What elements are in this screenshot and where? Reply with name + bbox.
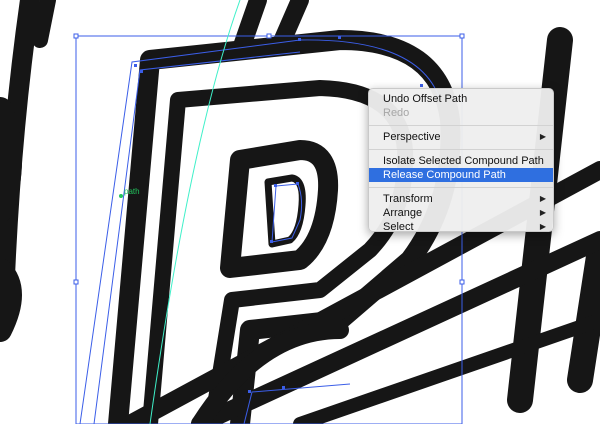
- menu-item-isolate-selected-compound-path[interactable]: Isolate Selected Compound Path: [369, 154, 553, 168]
- menu-item-label: Select: [383, 221, 414, 233]
- menu-item-release-compound-path[interactable]: Release Compound Path: [369, 168, 553, 182]
- menu-item-label: Arrange: [383, 207, 423, 219]
- menu-item-label: Transform: [383, 193, 433, 205]
- submenu-arrow-icon: ▶: [539, 132, 546, 141]
- path-label: path: [124, 187, 140, 196]
- menu-separator: [369, 149, 553, 150]
- letter-d-inner: [264, 174, 306, 248]
- submenu-arrow-icon: ▶: [539, 194, 546, 203]
- bounding-handle-middle-left[interactable]: [73, 279, 79, 285]
- menu-item-label: Perspective: [383, 131, 441, 143]
- bounding-handle-top-right[interactable]: [459, 33, 465, 39]
- menu-item-redo: Redo: [369, 106, 553, 120]
- left-blob-fragment: [0, 97, 22, 223]
- menu-item-transform[interactable]: Transform ▶: [369, 192, 553, 206]
- menu-separator: [369, 187, 553, 188]
- submenu-arrow-icon: ▶: [539, 208, 546, 217]
- bounding-handle-top-left[interactable]: [73, 33, 79, 39]
- menu-item-label: Release Compound Path: [383, 169, 506, 181]
- menu-item-label: Isolate Selected Compound Path: [383, 155, 544, 167]
- menu-item-select[interactable]: Select ▶: [369, 220, 553, 234]
- menu-separator: [369, 125, 553, 126]
- bounding-handle-middle-right[interactable]: [459, 279, 465, 285]
- left-lower-fragment: [0, 258, 22, 342]
- submenu-arrow-icon: ▶: [539, 222, 546, 231]
- menu-item-perspective[interactable]: Perspective ▶: [369, 130, 553, 144]
- bounding-handle-top-middle[interactable]: [266, 33, 272, 39]
- path-anchor-marker: [119, 194, 123, 198]
- menu-item-undo-offset-path[interactable]: Undo Offset Path: [369, 92, 553, 106]
- letter-p-counter: [220, 140, 339, 278]
- top-diagonal-fragment: [32, 0, 56, 48]
- context-menu[interactable]: Undo Offset Path Redo Perspective ▶ Isol…: [368, 88, 554, 234]
- menu-item-label: Redo: [383, 107, 410, 119]
- menu-item-arrange[interactable]: Arrange ▶: [369, 206, 553, 220]
- menu-item-label: Undo Offset Path: [383, 93, 468, 105]
